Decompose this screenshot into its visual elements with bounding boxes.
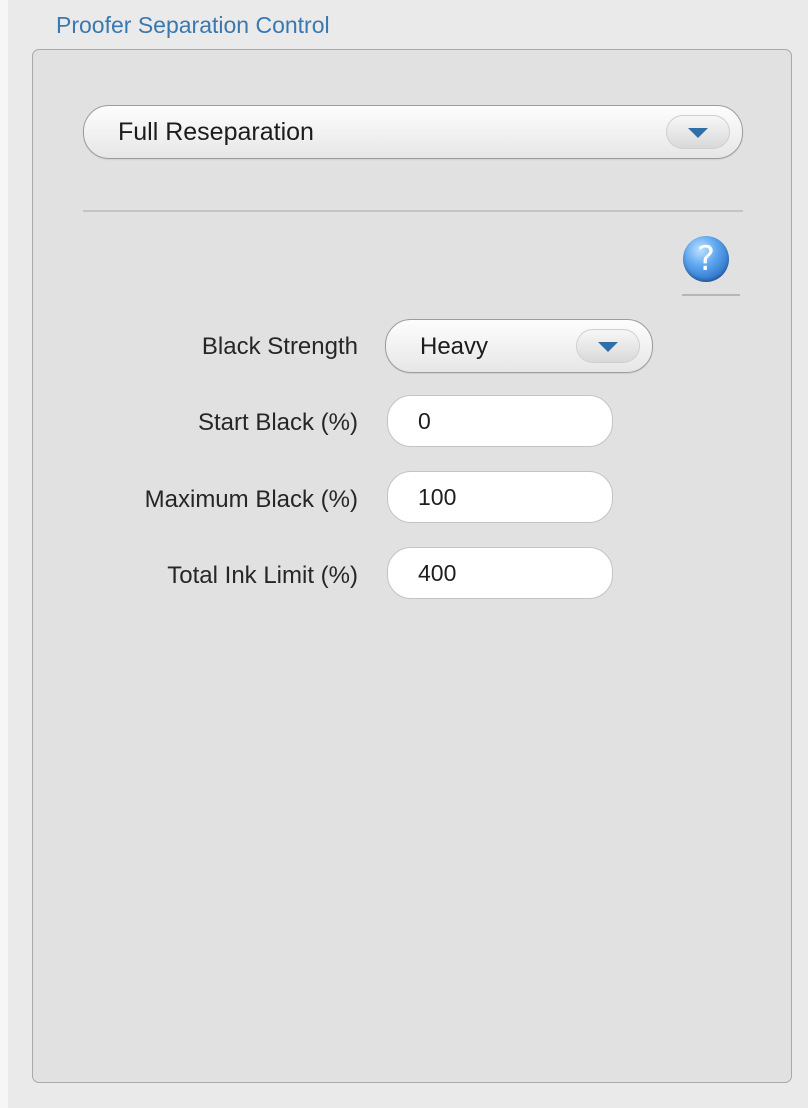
black-strength-label: Black Strength [201,333,358,360]
separation-mode-dropdown[interactable]: Full Reseparation [83,105,743,159]
help-question-icon: ? [683,236,729,282]
maximum-black-field[interactable]: 100 [387,471,613,523]
help-button[interactable]: ? [680,236,742,298]
separation-mode-dropdown-button[interactable] [666,115,730,149]
maximum-black-label: Maximum Black (%) [144,486,358,513]
start-black-field[interactable]: 0 [387,395,613,447]
total-ink-limit-field[interactable]: 400 [387,547,613,599]
black-strength-value: Heavy [420,333,489,360]
maximum-black-value: 100 [418,484,457,510]
chevron-down-icon [598,342,618,352]
separation-mode-value: Full Reseparation [118,118,314,146]
total-ink-limit-label: Total Ink Limit (%) [167,562,358,589]
black-strength-dropdown-button[interactable] [576,329,640,363]
section-divider [83,210,743,212]
help-underline [682,294,740,296]
start-black-label: Start Black (%) [197,409,358,436]
chevron-down-icon [688,128,708,138]
total-ink-limit-value: 400 [418,560,457,586]
black-strength-dropdown[interactable]: Heavy [385,319,653,373]
group-title: Proofer Separation Control [56,12,330,38]
window-left-edge [0,0,8,1108]
start-black-value: 0 [418,408,431,434]
